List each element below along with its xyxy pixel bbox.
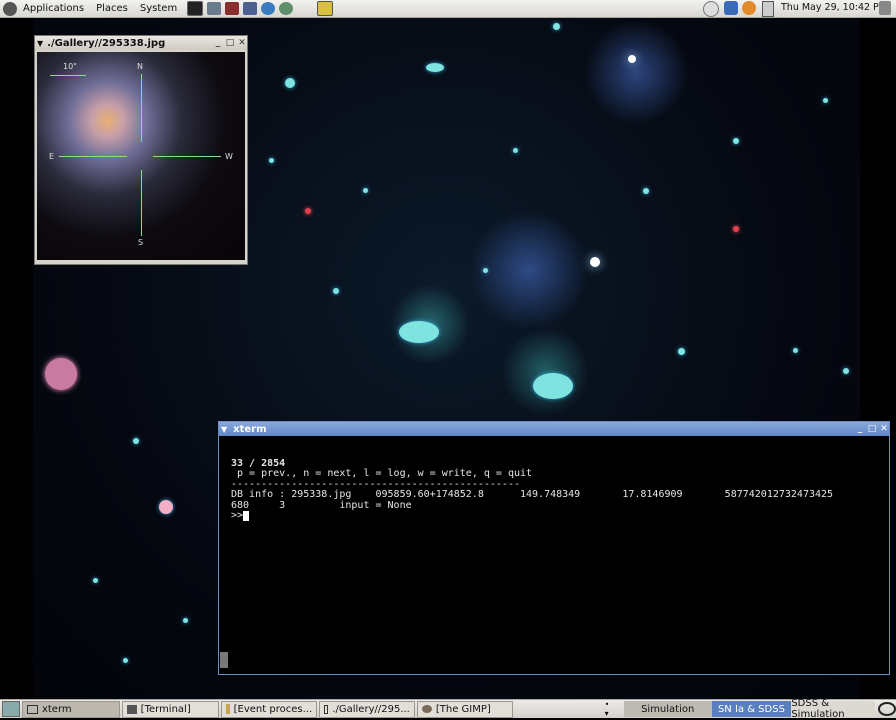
task-label: [Event proces... — [233, 703, 313, 715]
task-label: xterm — [41, 703, 72, 715]
star — [733, 138, 739, 144]
star — [123, 658, 128, 663]
browser-globe-icon[interactable] — [261, 2, 276, 15]
compass-north: N — [137, 62, 143, 71]
task-label: [Terminal] — [140, 703, 191, 715]
compass-west: W — [225, 152, 233, 161]
battery-icon — [762, 1, 774, 17]
crosshair-horizontal — [153, 156, 221, 157]
maximize-button[interactable]: □ — [867, 424, 877, 434]
network-globe-icon[interactable] — [279, 2, 294, 15]
star — [133, 438, 139, 444]
image-viewer-launcher-icon[interactable] — [207, 2, 222, 15]
speaker-icon[interactable] — [879, 1, 891, 15]
compass-east: E — [49, 152, 55, 161]
galaxy-thumbnail[interactable]: 10" N S E W — [37, 52, 245, 260]
terminal-icon — [126, 704, 137, 714]
trash-icon[interactable] — [878, 702, 896, 716]
help-icon[interactable] — [703, 1, 719, 17]
input-line: 680 3 input = None — [231, 499, 412, 511]
xterm-titlebar[interactable]: ▼ xterm _ □ ✕ — [219, 422, 889, 436]
prompt: >> — [231, 510, 244, 521]
task-terminal[interactable]: [Terminal] — [121, 700, 220, 718]
monitor-launcher-icon[interactable] — [243, 2, 258, 15]
bottom-panel: xterm [Terminal] [Event proces... ./Gall… — [0, 698, 896, 720]
star — [733, 226, 739, 232]
gimp-icon — [421, 705, 432, 713]
system-menu[interactable]: System — [134, 3, 183, 14]
workspace-sn-ia-sdss[interactable]: SN Ia & SDSS — [711, 701, 792, 717]
star — [643, 188, 649, 194]
workspace-simulation[interactable]: Simulation — [623, 701, 712, 717]
places-menu[interactable]: Places — [90, 3, 134, 14]
task-event-processing[interactable]: [Event proces... — [221, 700, 318, 718]
lock-screen-icon[interactable] — [317, 1, 334, 16]
show-desktop-icon[interactable] — [2, 701, 20, 717]
scrollbar-thumb[interactable] — [220, 652, 228, 668]
task-label: [The GIMP] — [435, 703, 491, 715]
crosshair-horizontal — [59, 156, 127, 157]
star — [628, 55, 636, 63]
star — [553, 23, 560, 30]
scale-label: 10" — [63, 62, 77, 71]
galaxy — [399, 321, 439, 343]
window-menu-icon[interactable]: ▼ — [37, 39, 43, 48]
crosshair-vertical — [141, 170, 142, 236]
task-gallery[interactable]: ./Gallery//295... — [319, 700, 415, 718]
task-gimp[interactable]: [The GIMP] — [416, 700, 513, 718]
star — [678, 348, 685, 355]
galaxy — [159, 500, 173, 514]
galaxy — [426, 63, 444, 72]
task-label: ./Gallery//295... — [332, 703, 410, 715]
star — [93, 578, 98, 583]
star — [363, 188, 368, 193]
star — [793, 348, 798, 353]
presentation-launcher-icon[interactable] — [225, 2, 240, 15]
gallery-titlebar[interactable]: ▼ ./Gallery//295338.jpg _ □ ✕ — [35, 36, 247, 50]
text-cursor — [243, 511, 250, 521]
terminal-launcher-icon[interactable] — [187, 1, 204, 16]
prompt-line[interactable]: >> — [231, 510, 885, 522]
workspace-menu-icon[interactable]: • ▾ — [605, 700, 616, 718]
notes-icon — [226, 704, 230, 714]
star — [269, 158, 274, 163]
maximize-button[interactable]: □ — [225, 38, 235, 48]
crosshair-vertical — [141, 74, 142, 142]
volume-icon[interactable] — [724, 1, 738, 15]
star — [483, 268, 488, 273]
gallery-title: ./Gallery//295338.jpg — [47, 37, 166, 49]
compass-south: S — [138, 238, 144, 247]
task-xterm[interactable]: xterm — [21, 700, 120, 718]
star — [183, 618, 188, 623]
terminal-output[interactable]: 33 / 2854 p = prev., n = next, l = log, … — [231, 448, 885, 543]
db-info-line: DB info : 295338.jpg 095859.60+174852.8 … — [231, 489, 834, 500]
alarm-clock-icon[interactable] — [742, 1, 756, 15]
star — [823, 98, 828, 103]
key-help: p = prev., n = next, l = log, w = write,… — [231, 468, 533, 479]
minimize-button[interactable]: _ — [855, 424, 865, 434]
gallery-window[interactable]: ▼ ./Gallery//295338.jpg _ □ ✕ 10" N S E … — [34, 35, 248, 265]
galaxy — [285, 78, 295, 88]
xterm-title: xterm — [233, 423, 267, 435]
star — [843, 368, 849, 374]
star — [333, 288, 339, 294]
minimize-button[interactable]: _ — [213, 38, 223, 48]
gnome-foot-icon[interactable] — [3, 1, 17, 16]
window-menu-icon[interactable]: ▼ — [221, 425, 227, 434]
workspace-sdss-simulation[interactable]: SDSS & Simulation — [791, 698, 876, 720]
scale-bar — [50, 75, 86, 76]
window-icon — [26, 704, 38, 714]
window-icon — [324, 704, 329, 714]
xterm-window[interactable]: ▼ xterm _ □ ✕ 33 / 2854 p = prev., n = n… — [218, 421, 890, 675]
close-button[interactable]: ✕ — [237, 38, 247, 48]
galaxy — [45, 358, 77, 390]
galaxy — [533, 373, 573, 399]
star — [513, 148, 518, 153]
close-button[interactable]: ✕ — [879, 424, 889, 434]
clock[interactable]: Thu May 29, 10:42 PM — [781, 1, 887, 15]
top-panel: Applications Places System Thu May 29, 1… — [0, 0, 896, 18]
star — [590, 257, 600, 267]
applications-menu[interactable]: Applications — [17, 3, 90, 14]
star — [305, 208, 311, 214]
